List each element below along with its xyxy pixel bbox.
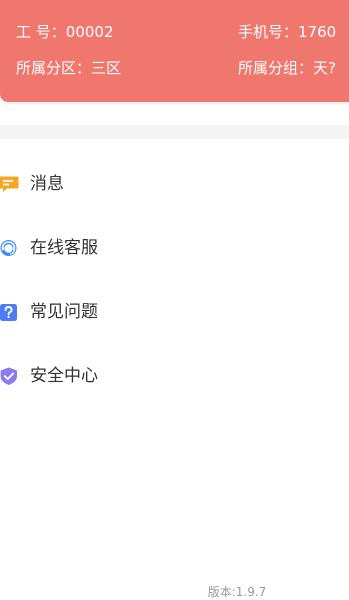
menu-item-messages-label: 消息: [30, 174, 64, 194]
menu-item-security[interactable]: 安全中心: [0, 353, 349, 397]
section-separator: [0, 125, 349, 139]
group-value: 天?: [313, 59, 336, 77]
customer-service-icon: [0, 238, 20, 258]
group-label: 所属分组：: [238, 59, 314, 77]
district-label: 所属分区：: [16, 59, 92, 77]
account-info-card: 工 号：00002 手机号：1760 所属分区：三区 所属分组：天?: [0, 0, 349, 102]
menu-item-faq[interactable]: 常见问题: [0, 289, 349, 333]
phone-label: 手机号：: [238, 23, 299, 41]
employee-number: 工 号：00002: [16, 22, 114, 42]
district: 所属分区：三区: [16, 58, 121, 78]
group: 所属分组：天?: [238, 58, 336, 78]
phone-value: 1760: [298, 23, 337, 41]
employee-number-label: 工 号：: [16, 23, 66, 41]
district-value: 三区: [91, 59, 122, 77]
menu-item-messages[interactable]: 消息: [0, 161, 349, 205]
menu-item-customer-service[interactable]: 在线客服: [0, 225, 349, 269]
message-icon: [0, 174, 20, 194]
shield-check-icon: [0, 366, 20, 386]
question-icon: [0, 302, 20, 322]
employee-number-value: 00002: [65, 23, 114, 41]
phone-number: 手机号：1760: [238, 22, 336, 42]
menu-item-faq-label: 常见问题: [30, 302, 98, 322]
menu-item-customer-service-label: 在线客服: [30, 238, 98, 258]
menu-item-security-label: 安全中心: [30, 366, 98, 386]
